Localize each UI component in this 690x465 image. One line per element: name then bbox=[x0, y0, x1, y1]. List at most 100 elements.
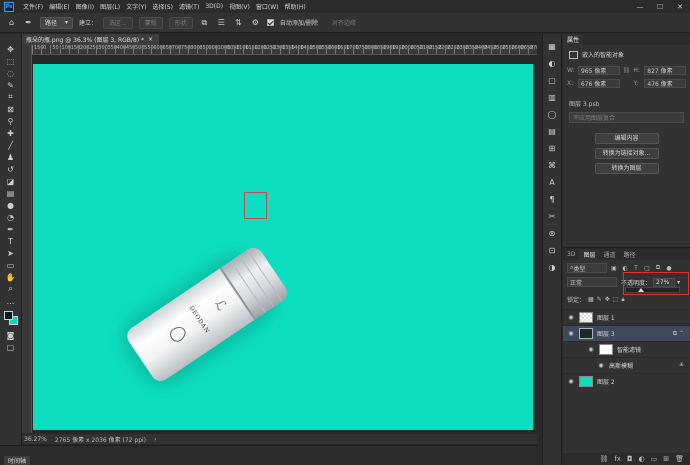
menu-edit[interactable]: 编辑(E) bbox=[46, 2, 72, 11]
eye-icon[interactable]: ◉ bbox=[597, 362, 605, 369]
tool-presets-icon[interactable]: ✂ bbox=[546, 210, 558, 222]
adjustments-panel-icon[interactable]: ◐ bbox=[546, 57, 558, 69]
path-select-tool-icon[interactable]: ➤ bbox=[4, 248, 18, 258]
y-field[interactable]: 476 像素 bbox=[644, 79, 687, 88]
menu-3d[interactable]: 3D(D) bbox=[202, 3, 226, 10]
smart-filters-row[interactable]: ◉ 智能滤镜 bbox=[563, 341, 690, 357]
menu-type[interactable]: 文字(Y) bbox=[123, 2, 149, 11]
layer-comp-select[interactable]: 不应用图层复合 bbox=[569, 112, 684, 123]
height-field[interactable]: 827 像素 bbox=[644, 66, 686, 75]
eye-icon[interactable]: ◉ bbox=[567, 330, 575, 337]
document-tab[interactable]: 瓶朵的瓶.png @ 36.3% (图层 3, RGB/8) * × bbox=[22, 34, 160, 45]
close-tab-icon[interactable]: × bbox=[148, 36, 153, 43]
menu-image[interactable]: 图像(I) bbox=[73, 2, 97, 11]
frame-tool-icon[interactable]: ⊠ bbox=[4, 104, 18, 114]
brush-tool-icon[interactable]: ╱ bbox=[4, 140, 18, 150]
menu-help[interactable]: 帮助(H) bbox=[282, 2, 309, 11]
healing-brush-tool-icon[interactable]: ✚ bbox=[4, 128, 18, 138]
x-field[interactable]: 676 像素 bbox=[577, 79, 620, 88]
styles-panel-icon[interactable]: ▢ bbox=[546, 74, 558, 86]
navigator-panel-icon[interactable]: ◑ bbox=[546, 261, 558, 273]
gear-icon[interactable]: ⚙ bbox=[250, 17, 261, 28]
path-operations-icon[interactable]: ⧉ bbox=[199, 17, 210, 28]
path-alignment-icon[interactable]: ☰ bbox=[216, 17, 227, 28]
lasso-tool-icon[interactable]: ◌ bbox=[4, 68, 18, 78]
quick-mask-icon[interactable]: ◙ bbox=[4, 330, 18, 340]
new-layer-icon[interactable]: ⊞ bbox=[663, 455, 669, 463]
zoom-tool-icon[interactable]: ⌕ bbox=[4, 284, 18, 294]
history-brush-tool-icon[interactable]: ↺ bbox=[4, 164, 18, 174]
minimize-button[interactable]: — bbox=[630, 0, 650, 13]
tab-3d[interactable]: 3D bbox=[563, 249, 579, 260]
layer-row[interactable]: ◉ 图层 2 bbox=[563, 373, 690, 389]
smart-filter-badge-icon[interactable]: ⧉ ⌃ bbox=[673, 330, 684, 338]
brush-settings-icon[interactable]: ⌘ bbox=[546, 159, 558, 171]
close-window-button[interactable]: ✕ bbox=[670, 0, 690, 13]
layer-row[interactable]: ◉ 图层 3 ⧉ ⌃ bbox=[563, 325, 690, 341]
eye-icon[interactable]: ◉ bbox=[567, 378, 575, 385]
marquee-tool-icon[interactable]: ⬚ bbox=[4, 56, 18, 66]
edit-contents-button[interactable]: 编辑内容 bbox=[594, 133, 659, 144]
stamp-tool-icon[interactable]: ♟ bbox=[4, 152, 18, 162]
timeline-tab[interactable]: 时间轴 bbox=[4, 456, 31, 465]
tab-layers[interactable]: 图层 bbox=[579, 249, 600, 260]
menu-filter[interactable]: 滤镜(T) bbox=[176, 2, 202, 11]
filter-options-icon[interactable]: ≚ bbox=[679, 362, 684, 369]
add-mask-icon[interactable]: ◘ bbox=[627, 455, 633, 463]
gradient-tool-icon[interactable]: ▤ bbox=[4, 188, 18, 198]
maximize-button[interactable]: ☐ bbox=[650, 0, 670, 13]
lock-pixels-icon[interactable]: ✎ bbox=[597, 296, 602, 303]
color-swatches[interactable] bbox=[3, 310, 19, 326]
eye-icon[interactable]: ◉ bbox=[567, 314, 575, 321]
adjustment-layer-icon[interactable]: ◐ bbox=[639, 455, 645, 463]
screen-mode-icon[interactable]: ▢ bbox=[4, 342, 18, 352]
menu-layer[interactable]: 图层(L) bbox=[97, 2, 123, 11]
shape-button[interactable]: 形状 bbox=[168, 16, 193, 29]
chevron-right-icon[interactable]: › bbox=[154, 436, 156, 443]
eraser-tool-icon[interactable]: ◪ bbox=[4, 176, 18, 186]
lock-artboard-icon[interactable]: ⬚ bbox=[613, 296, 619, 303]
info-panel-icon[interactable]: ⊡ bbox=[546, 244, 558, 256]
convert-to-linked-button[interactable]: 转换为链接对象... bbox=[594, 148, 659, 159]
selection-button[interactable]: 选区... bbox=[103, 16, 133, 29]
pixel-filter-icon[interactable]: ▣ bbox=[610, 264, 618, 272]
menu-select[interactable]: 选择(S) bbox=[149, 2, 176, 11]
link-icon[interactable]: ⛓ bbox=[623, 67, 631, 74]
foreground-color[interactable] bbox=[3, 311, 13, 320]
tab-channels[interactable]: 通道 bbox=[599, 249, 619, 260]
color-panel-icon[interactable]: ◯ bbox=[546, 108, 558, 120]
more-tools-icon[interactable]: … bbox=[4, 296, 18, 306]
swatches-panel-icon[interactable]: ▤ bbox=[546, 125, 558, 137]
character-panel-icon[interactable]: A bbox=[546, 176, 558, 188]
libraries-panel-icon[interactable]: ▥ bbox=[546, 91, 558, 103]
mode-select[interactable]: 路径 ▾ bbox=[40, 16, 74, 29]
eye-icon[interactable]: ◉ bbox=[587, 346, 595, 353]
type-filter-icon[interactable]: T bbox=[632, 264, 640, 272]
canvas[interactable]: ℒ DEODAN bbox=[33, 64, 533, 430]
home-icon[interactable]: ⌂ bbox=[6, 17, 17, 28]
tab-paths[interactable]: 路径 bbox=[619, 249, 639, 260]
lock-position-icon[interactable]: ✥ bbox=[605, 296, 610, 303]
trash-icon[interactable]: 🗑︎ bbox=[675, 455, 684, 463]
smart-filter-icon[interactable]: ⧉ bbox=[654, 264, 662, 272]
pen-tool-icon[interactable]: ✒ bbox=[4, 224, 18, 234]
tab-properties[interactable]: 属性 bbox=[563, 34, 584, 45]
move-tool-icon[interactable]: ✥ bbox=[4, 44, 18, 54]
menu-file[interactable]: 文件(F) bbox=[20, 2, 46, 11]
pen-tool-icon[interactable]: ✒ bbox=[23, 17, 34, 28]
mask-button[interactable]: 蒙版 bbox=[138, 16, 163, 29]
rectangle-tool-icon[interactable]: ▭ bbox=[4, 260, 18, 270]
blend-mode-select[interactable]: 正常 bbox=[567, 277, 617, 287]
hand-tool-icon[interactable]: ✋ bbox=[4, 272, 18, 282]
group-icon[interactable]: ▭ bbox=[651, 455, 658, 463]
clone-source-icon[interactable]: ⊛ bbox=[546, 227, 558, 239]
type-tool-icon[interactable]: T bbox=[4, 236, 18, 246]
filter-toggle-icon[interactable]: ● bbox=[665, 264, 673, 272]
width-field[interactable]: 965 像素 bbox=[577, 66, 620, 75]
filter-kind-select[interactable]: ⌕ 类型 bbox=[567, 263, 607, 273]
canvas-workspace[interactable]: ℒ DEODAN bbox=[32, 55, 537, 433]
layer-row[interactable]: ◉ 图层 1 bbox=[563, 309, 690, 325]
lock-transparent-icon[interactable]: ▦ bbox=[588, 296, 594, 303]
dodge-tool-icon[interactable]: ◔ bbox=[4, 212, 18, 222]
convert-to-layers-button[interactable]: 转换为图层 bbox=[594, 163, 659, 174]
